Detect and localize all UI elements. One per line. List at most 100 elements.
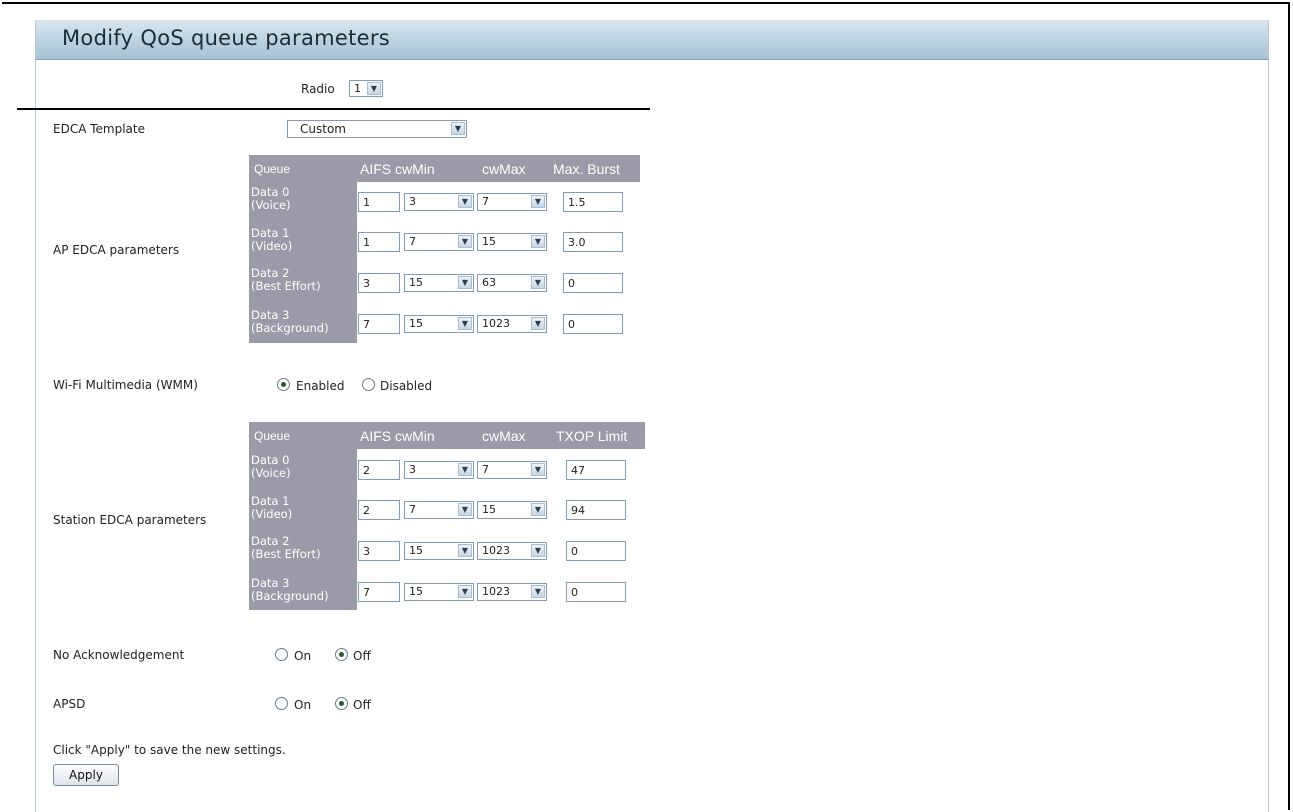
ap-row-3-max-burst-input[interactable]: 0: [563, 314, 623, 334]
station-row-3-queue-line2: (Background): [251, 589, 329, 603]
ap-header-cwmax: cwMax: [482, 161, 526, 177]
station-row-3-queue-line1: Data 3: [251, 576, 290, 590]
ap-row-2-cwmax-value: 63: [482, 276, 496, 289]
ap-row-0-aifs-input[interactable]: 1: [358, 192, 400, 212]
station-row-2-queue: Data 2 (Best Effort): [251, 535, 321, 561]
station-row-2-cwmax-value: 1023: [482, 544, 510, 557]
ap-row-0-cwmax-value: 7: [482, 195, 489, 208]
station-row-0-queue-line1: Data 0: [251, 453, 290, 467]
station-row-0-queue-line2: (Voice): [251, 466, 291, 480]
wmm-label: Wi-Fi Multimedia (WMM): [53, 378, 198, 392]
station-header-cwmin: cwMin: [395, 428, 435, 444]
ap-row-3-queue: Data 3 (Background): [251, 309, 329, 335]
ap-row-1-aifs-input[interactable]: 1: [358, 232, 400, 252]
ap-row-3-cwmin-select[interactable]: 15 ▼: [404, 315, 474, 333]
station-header-cwmax: cwMax: [482, 428, 526, 444]
page-title: Modify QoS queue parameters: [62, 26, 391, 50]
station-row-0-cwmax-select[interactable]: 7 ▼: [477, 461, 547, 479]
no-ack-on-radio[interactable]: [275, 648, 288, 661]
ap-row-0-cwmin-select[interactable]: 3 ▼: [404, 193, 474, 211]
station-row-2-aifs-input[interactable]: 3: [358, 541, 400, 561]
radio-select[interactable]: 1 ▼: [349, 80, 383, 97]
apsd-on-radio[interactable]: [275, 697, 288, 710]
ap-row-0-queue: Data 0 (Voice): [251, 186, 291, 212]
station-row-1-cwmin-value: 7: [409, 503, 416, 516]
chevron-down-icon: ▼: [531, 276, 545, 289]
chevron-down-icon: ▼: [458, 463, 472, 476]
station-row-2-cwmax-select[interactable]: 1023 ▼: [477, 542, 547, 560]
ap-header-cwmin: cwMin: [395, 161, 435, 177]
no-ack-off-label: Off: [353, 649, 371, 663]
station-row-0-cwmax-value: 7: [482, 463, 489, 476]
edca-template-select[interactable]: Custom ▼: [287, 120, 467, 138]
station-row-0-aifs-input[interactable]: 2: [358, 460, 400, 480]
station-row-3-cwmin-select[interactable]: 15 ▼: [404, 583, 474, 601]
station-row-2-cwmin-value: 15: [409, 544, 423, 557]
station-header-aifs: AIFS: [360, 428, 392, 444]
station-row-1-cwmin-select[interactable]: 7 ▼: [404, 501, 474, 519]
ap-row-2-queue: Data 2 (Best Effort): [251, 267, 321, 293]
chevron-down-icon: ▼: [458, 544, 472, 557]
ap-row-1-cwmax-value: 15: [482, 235, 496, 248]
ap-row-1-max-burst-input[interactable]: 3.0: [563, 232, 623, 252]
chevron-down-icon: ▼: [531, 463, 545, 476]
apsd-off-radio[interactable]: [335, 697, 348, 710]
chevron-down-icon: ▼: [458, 503, 472, 516]
station-row-2-txop-input[interactable]: 0: [566, 541, 626, 561]
chevron-down-icon: ▼: [531, 503, 545, 516]
station-row-1-queue-line2: (Video): [251, 507, 293, 521]
no-ack-off-radio[interactable]: [335, 648, 348, 661]
no-ack-on-label: On: [294, 649, 312, 663]
edca-template-value: Custom: [300, 122, 346, 136]
ap-row-2-max-burst-input[interactable]: 0: [563, 273, 623, 293]
ap-row-3-cwmax-select[interactable]: 1023 ▼: [477, 315, 547, 333]
chevron-down-icon: ▼: [367, 82, 381, 95]
ap-row-2-cwmin-select[interactable]: 15 ▼: [404, 274, 474, 292]
station-row-0-txop-input[interactable]: 47: [566, 460, 626, 480]
ap-row-2-cwmin-value: 15: [409, 276, 423, 289]
chevron-down-icon: ▼: [458, 235, 472, 248]
radio-label: Radio: [301, 82, 335, 96]
station-row-1-cwmax-select[interactable]: 15 ▼: [477, 501, 547, 519]
ap-row-0-cwmax-select[interactable]: 7 ▼: [477, 193, 547, 211]
chevron-down-icon: ▼: [531, 544, 545, 557]
station-row-3-cwmax-select[interactable]: 1023 ▼: [477, 583, 547, 601]
ap-header-queue: Queue: [254, 162, 291, 176]
station-row-0-cwmin-select[interactable]: 3 ▼: [404, 461, 474, 479]
ap-row-2-queue-line1: Data 2: [251, 266, 290, 280]
ap-header-aifs: AIFS: [360, 161, 392, 177]
station-header-txop-limit: TXOP Limit: [556, 428, 628, 444]
ap-row-1-queue-line1: Data 1: [251, 226, 290, 240]
wmm-disabled-radio[interactable]: [362, 378, 375, 391]
radio-select-value: 1: [354, 82, 361, 95]
station-row-1-txop-input[interactable]: 94: [566, 500, 626, 520]
station-row-0-cwmin-value: 3: [409, 463, 416, 476]
ap-row-2-cwmax-select[interactable]: 63 ▼: [477, 274, 547, 292]
apply-button[interactable]: Apply: [53, 764, 119, 786]
ap-row-0-max-burst-input[interactable]: 1.5: [563, 192, 623, 212]
chevron-down-icon: ▼: [458, 585, 472, 598]
station-edca-label: Station EDCA parameters: [53, 513, 207, 527]
wmm-disabled-label: Disabled: [380, 379, 433, 393]
no-ack-label: No Acknowledgement: [53, 648, 185, 662]
ap-row-1-cwmax-select[interactable]: 15 ▼: [477, 233, 547, 251]
chevron-down-icon: ▼: [458, 317, 472, 330]
station-row-2-cwmin-select[interactable]: 15 ▼: [404, 542, 474, 560]
chevron-down-icon: ▼: [458, 195, 472, 208]
chevron-down-icon: ▼: [451, 122, 465, 135]
ap-row-1-cwmin-select[interactable]: 7 ▼: [404, 233, 474, 251]
ap-row-0-queue-line1: Data 0: [251, 185, 290, 199]
station-row-3-queue: Data 3 (Background): [251, 577, 329, 603]
apsd-off-label: Off: [353, 698, 371, 712]
station-row-3-aifs-input[interactable]: 7: [358, 582, 400, 602]
station-row-1-aifs-input[interactable]: 2: [358, 500, 400, 520]
station-row-1-queue: Data 1 (Video): [251, 495, 292, 521]
wmm-enabled-radio[interactable]: [277, 378, 290, 391]
ap-header-max-burst: Max. Burst: [553, 161, 620, 177]
station-row-3-txop-input[interactable]: 0: [566, 582, 626, 602]
station-row-3-cwmin-value: 15: [409, 585, 423, 598]
ap-row-3-aifs-input[interactable]: 7: [358, 314, 400, 334]
ap-row-2-aifs-input[interactable]: 3: [358, 273, 400, 293]
chevron-down-icon: ▼: [531, 235, 545, 248]
chevron-down-icon: ▼: [458, 276, 472, 289]
